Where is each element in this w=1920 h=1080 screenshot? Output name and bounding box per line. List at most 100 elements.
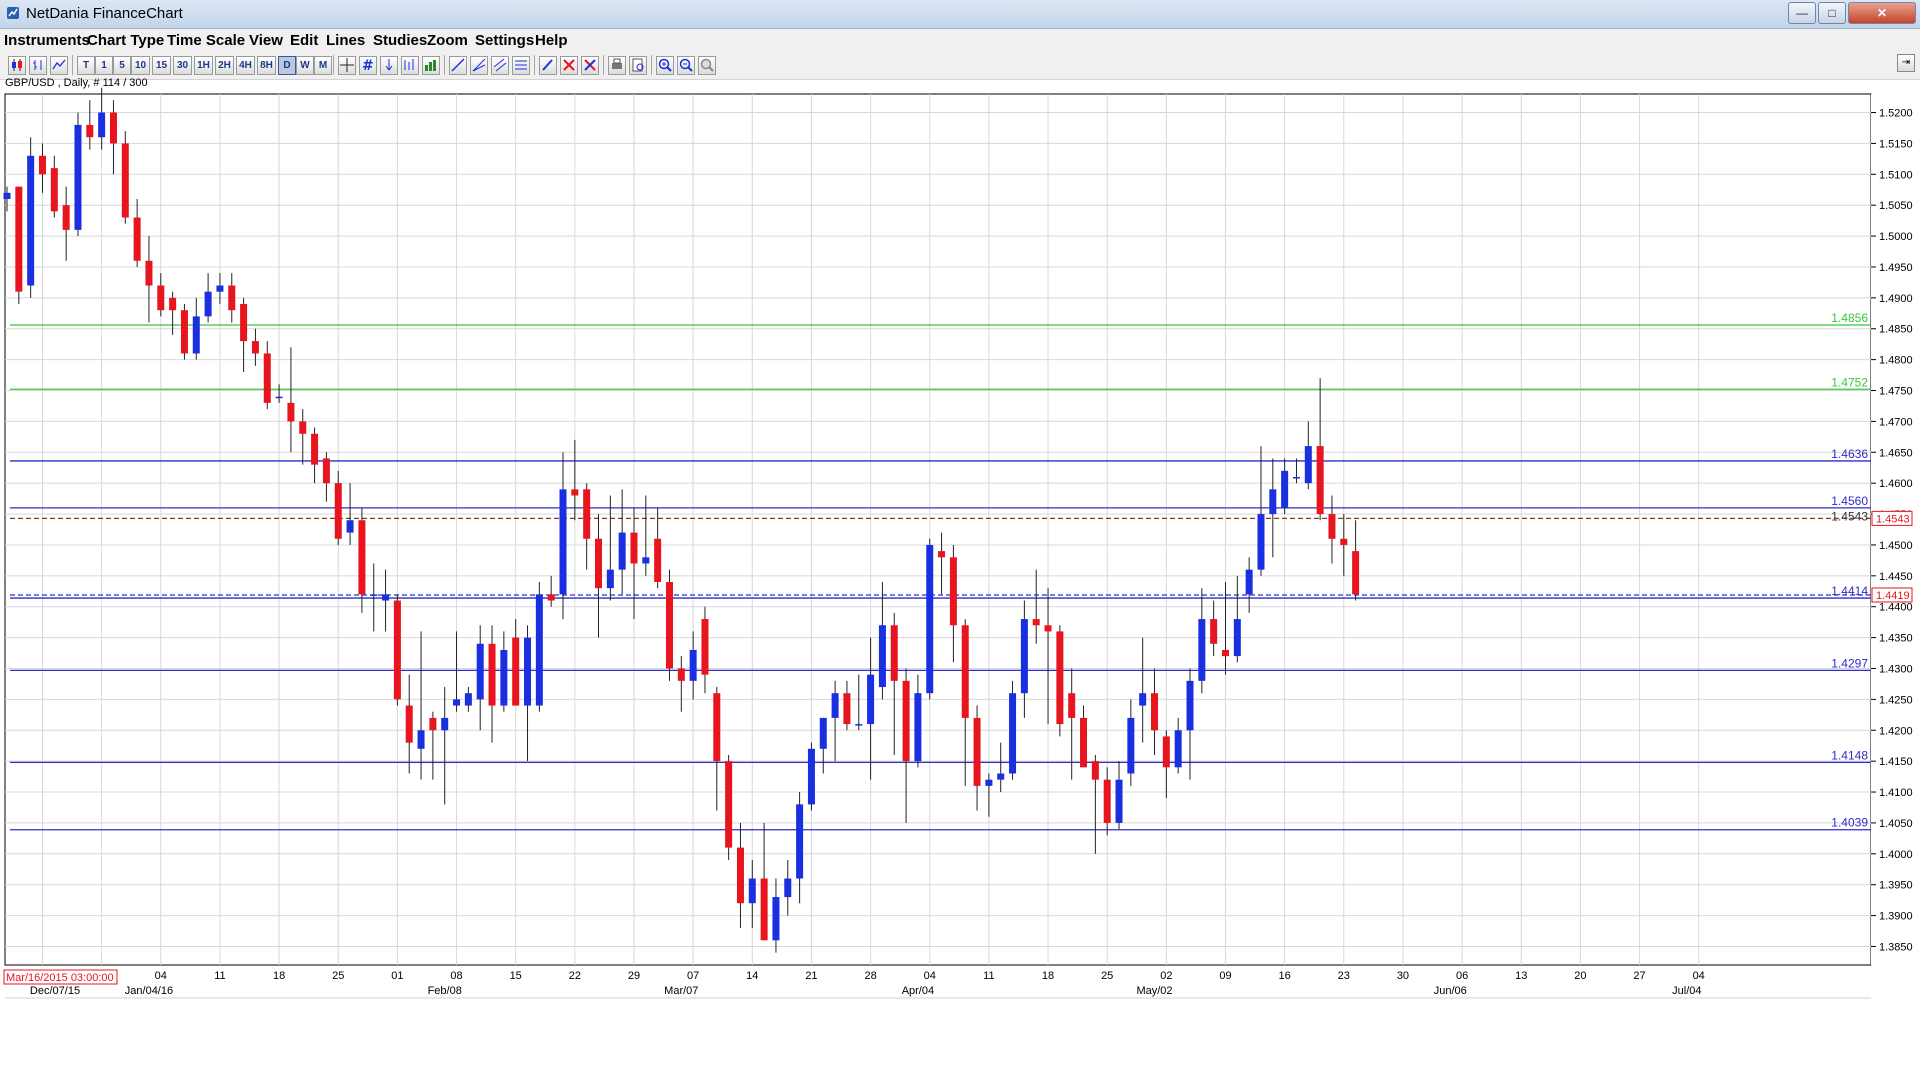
menu-settings[interactable]: Settings <box>475 32 534 49</box>
candle-body <box>618 532 626 570</box>
toolbar-separator <box>534 55 535 75</box>
print-icon[interactable] <box>608 56 626 75</box>
menu-edit[interactable]: Edit <box>290 32 318 49</box>
candle-body <box>27 155 35 286</box>
collapse-panel-button[interactable]: ⇥ <box>1897 54 1915 72</box>
candle-body <box>1174 730 1182 768</box>
month-label: Jun/06 <box>1434 985 1467 997</box>
menu-view[interactable]: View <box>249 32 283 49</box>
bar-chart-icon[interactable] <box>29 56 47 75</box>
candle-body <box>677 668 685 681</box>
maximize-button[interactable]: □ <box>1818 2 1846 24</box>
cursor-date-label: Mar/16/2015 03:00:00 <box>6 972 114 984</box>
level-label: 1.4752 <box>1831 375 1868 389</box>
delete-all-icon[interactable] <box>581 56 599 75</box>
y-tick-label: 1.3900 <box>1879 911 1913 923</box>
month-label: Jan/04/16 <box>125 985 173 997</box>
candle-body <box>736 847 744 904</box>
candle-body <box>453 699 461 706</box>
fan-icon[interactable] <box>470 56 488 75</box>
crosshair-icon[interactable] <box>338 56 356 75</box>
title-bar: NetDania FinanceChart — □ ✕ <box>0 0 1920 29</box>
timescale-d-button[interactable]: D <box>278 56 296 75</box>
menu-chart-type[interactable]: Chart Type <box>87 32 164 49</box>
x-tick-label: 04 <box>155 970 167 982</box>
candle-body <box>583 489 591 539</box>
x-tick-label: 08 <box>450 970 462 982</box>
delete-icon[interactable] <box>560 56 578 75</box>
month-label: Feb/08 <box>428 985 462 997</box>
timescale-8h-button[interactable]: 8H <box>257 56 276 75</box>
candle-body <box>701 619 709 675</box>
timescale-30-button[interactable]: 30 <box>173 56 192 75</box>
x-tick-label: 16 <box>1279 970 1291 982</box>
candle-body <box>1281 470 1289 508</box>
chart-area[interactable]: 1.3850 1.3900 1.3950 1.4000 1.4050 1.4100 1.41… <box>0 80 1920 1080</box>
timescale-1h-button[interactable]: 1H <box>194 56 213 75</box>
candle-body <box>500 649 508 706</box>
candle-body <box>1340 538 1348 545</box>
timescale-5-button[interactable]: 5 <box>113 56 131 75</box>
candle-body <box>559 489 567 595</box>
menu-help[interactable]: Help <box>535 32 568 49</box>
candle-body <box>240 304 248 342</box>
x-tick-label: 11 <box>983 970 994 982</box>
candle-body <box>595 538 602 589</box>
print-preview-icon[interactable] <box>629 56 647 75</box>
timescale-2h-button[interactable]: 2H <box>215 56 234 75</box>
toolbar-separator <box>444 55 445 75</box>
menu-lines[interactable]: Lines <box>326 32 365 49</box>
candle-body <box>1210 619 1218 644</box>
x-tick-label: 04 <box>924 970 936 982</box>
arrow-down-icon[interactable] <box>380 56 398 75</box>
zoom-out-icon[interactable] <box>677 56 695 75</box>
timescale-15-button[interactable]: 15 <box>152 56 171 75</box>
line-chart-icon[interactable] <box>50 56 68 75</box>
x-tick-label: 14 <box>746 970 758 982</box>
candle-body <box>38 155 46 175</box>
timescale-m-button[interactable]: M <box>314 56 332 75</box>
zoom-reset-icon[interactable] <box>698 56 716 75</box>
candlestick-chart[interactable]: 1.3850 1.3900 1.3950 1.4000 1.4050 1.4100 1.41… <box>0 80 1920 1080</box>
trendline-icon[interactable] <box>449 56 467 75</box>
y-tick-label: 1.4950 <box>1879 262 1913 274</box>
menu-studies[interactable]: Studies <box>373 32 427 49</box>
candlestick-chart-icon[interactable] <box>8 56 26 75</box>
minimize-button[interactable]: — <box>1788 2 1816 24</box>
level-label: 1.4560 <box>1831 494 1868 508</box>
zoom-in-icon[interactable] <box>656 56 674 75</box>
y-tick-label: 1.4250 <box>1879 694 1913 706</box>
candle-body <box>1103 779 1111 823</box>
timescale-4h-button[interactable]: 4H <box>236 56 255 75</box>
menu-zoom[interactable]: Zoom <box>427 32 468 49</box>
close-button[interactable]: ✕ <box>1848 2 1916 24</box>
timescale-1-button[interactable]: 1 <box>95 56 113 75</box>
timescale-t-button[interactable]: T <box>77 56 95 75</box>
channel-icon[interactable] <box>491 56 509 75</box>
month-label: Dec/07/15 <box>30 985 80 997</box>
candle-body <box>1009 693 1017 774</box>
volume-icon[interactable] <box>422 56 440 75</box>
candle-body <box>145 260 153 286</box>
candle-body <box>985 779 993 786</box>
candle-body <box>819 717 827 749</box>
price-marker-label: 1.4419 <box>1876 590 1910 602</box>
pencil-delete-icon[interactable] <box>539 56 557 75</box>
x-tick-label: 15 <box>510 970 522 982</box>
grid-icon[interactable]: # <box>359 56 377 75</box>
candle-body <box>204 291 212 317</box>
candle-body <box>393 600 401 700</box>
menu-instruments[interactable]: Instruments <box>4 32 90 49</box>
candle-body <box>665 582 673 669</box>
candle-body <box>772 897 780 941</box>
x-tick-label: 04 <box>1693 970 1705 982</box>
candle-body <box>689 649 697 681</box>
studies-icon[interactable] <box>401 56 419 75</box>
timescale-10-button[interactable]: 10 <box>131 56 150 75</box>
candle-body <box>74 124 82 230</box>
fibonacci-icon[interactable] <box>512 56 530 75</box>
menu-time-scale[interactable]: Time Scale <box>167 32 245 49</box>
x-tick-label: 18 <box>273 970 285 982</box>
level-label: 1.4414 <box>1831 584 1868 598</box>
timescale-w-button[interactable]: W <box>296 56 314 75</box>
